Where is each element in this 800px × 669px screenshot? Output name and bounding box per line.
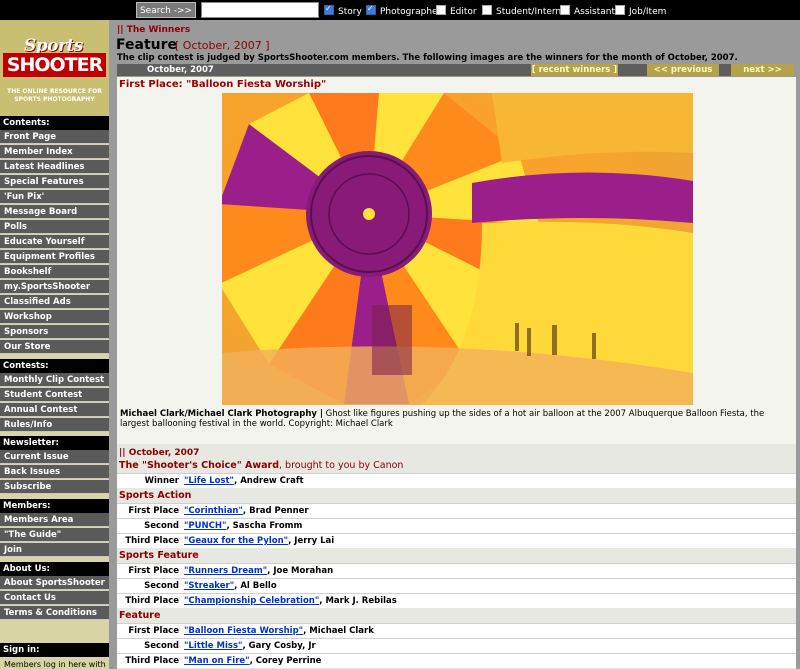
checkbox-icon[interactable]: [482, 5, 492, 15]
table-row: Third Place "Championship Celebration", …: [117, 593, 796, 608]
next-link[interactable]: next >>: [731, 64, 794, 76]
category-heading: Feature: [119, 610, 161, 621]
filter-story[interactable]: Story: [324, 4, 362, 17]
hot-air-balloon-image: [222, 93, 693, 405]
logo-tagline: SPORTS PHOTOGRAPHY: [14, 96, 95, 103]
filter-job-item[interactable]: Job/Item: [615, 5, 666, 17]
contest-description: The clip contest is judged by SportsShoo…: [117, 53, 738, 63]
nav-subscribe[interactable]: Subscribe: [0, 480, 109, 494]
members-header: Members:: [0, 499, 109, 513]
nav-members-area[interactable]: Members Area: [0, 513, 109, 527]
nav-join[interactable]: Join: [0, 543, 109, 557]
nav-latest-headlines[interactable]: Latest Headlines: [0, 160, 109, 174]
shooters-choice-heading: The "Shooter's Choice" Award, brought to…: [119, 460, 404, 471]
nav-member-index[interactable]: Member Index: [0, 145, 109, 159]
entry-link[interactable]: "Runners Dream": [184, 566, 267, 576]
page-date: [ October, 2007 ]: [175, 39, 270, 52]
filter-student-intern[interactable]: Student/Intern: [482, 5, 561, 17]
winning-photo[interactable]: [222, 93, 693, 405]
nav-special-features[interactable]: Special Features: [0, 175, 109, 189]
nav-equipment-profiles[interactable]: Equipment Profiles: [0, 250, 109, 264]
entry-link[interactable]: "Balloon Fiesta Worship": [184, 626, 303, 636]
about-header: About Us:: [0, 562, 109, 576]
nav-polls[interactable]: Polls: [0, 220, 109, 234]
nav-workshop[interactable]: Workshop: [0, 310, 109, 324]
sidebar: Sports SHOOTER THE ONLINE RESOURCE FOR S…: [0, 20, 109, 669]
nav-fun-pix[interactable]: 'Fun Pix': [0, 190, 109, 204]
first-place-heading: First Place: "Balloon Fiesta Worship": [119, 79, 327, 90]
search-input[interactable]: [201, 2, 319, 18]
filter-photographer[interactable]: Photographer: [366, 4, 441, 17]
nav-message-board[interactable]: Message Board: [0, 205, 109, 219]
table-row: Winner "Life Lost", Andrew Craft: [117, 473, 796, 488]
photo-caption: Michael Clark/Michael Clark Photography …: [120, 409, 765, 429]
nav-bookshelf[interactable]: Bookshelf: [0, 265, 109, 279]
signin-text: Members log in here with: [4, 660, 106, 669]
nav-about-sportsshooter[interactable]: About SportsShooter: [0, 576, 109, 590]
sportsshooter-logo[interactable]: Sports SHOOTER THE ONLINE RESOURCE FOR S…: [0, 20, 109, 116]
table-row: Third Place "Man on Fire", Corey Perrine: [117, 653, 796, 668]
checkbox-icon[interactable]: [366, 4, 376, 15]
filter-assistant[interactable]: Assistant: [560, 5, 615, 17]
contests-header: Contests:: [0, 359, 109, 373]
table-row: Second Place "Streaker", Al Bello: [117, 578, 796, 605]
recent-winners-link[interactable]: [ recent winners ]: [531, 64, 618, 76]
table-row: First Place "Balloon Fiesta Worship", Mi…: [117, 623, 796, 638]
nav-current-issue[interactable]: Current Issue: [0, 450, 109, 464]
previous-link[interactable]: << previous: [647, 64, 719, 76]
nav-educate-yourself[interactable]: Educate Yourself: [0, 235, 109, 249]
nav-the-guide[interactable]: "The Guide": [0, 528, 109, 542]
search-button[interactable]: Search ->>: [136, 2, 196, 18]
table-row: Second Place "PUNCH", Sascha Fromm: [117, 518, 796, 545]
entry-link[interactable]: "Championship Celebration": [184, 596, 319, 606]
checkbox-icon[interactable]: [615, 5, 625, 15]
entry-link[interactable]: "Life Lost": [184, 476, 234, 486]
entry-link[interactable]: "PUNCH": [184, 521, 226, 531]
nav-front-page[interactable]: Front Page: [0, 130, 109, 144]
nav-our-store[interactable]: Our Store: [0, 340, 109, 354]
winner-panel: First Place: "Balloon Fiesta Worship" Mi…: [117, 77, 796, 451]
nav-classified-ads[interactable]: Classified Ads: [0, 295, 109, 309]
nav-monthly-clip-contest[interactable]: Monthly Clip Contest: [0, 373, 109, 387]
entry-link[interactable]: "Corinthian": [184, 506, 243, 516]
entry-link[interactable]: "Little Miss": [184, 641, 242, 651]
page-title: Feature: [116, 37, 177, 53]
filter-editor[interactable]: Editor: [436, 5, 477, 17]
nav-terms-conditions[interactable]: Terms & Conditions: [0, 606, 109, 620]
top-search-bar: Search ->> Story Photographer Editor Stu…: [0, 0, 800, 20]
nav-back-issues[interactable]: Back Issues: [0, 465, 109, 479]
checkbox-icon[interactable]: [560, 5, 570, 15]
table-row: Third Place "Geaux for the Pylon", Jerry…: [117, 533, 796, 548]
entry-link[interactable]: "Man on Fire": [184, 656, 250, 666]
signin-header: Sign in:: [0, 643, 109, 657]
table-row: Second Place "Little Miss", Gary Cosby, …: [117, 638, 796, 665]
entry-link[interactable]: "Geaux for the Pylon": [184, 536, 288, 546]
nav-student-contest[interactable]: Student Contest: [0, 388, 109, 402]
newsletter-header: Newsletter:: [0, 436, 109, 450]
main-content: || The Winners Feature [ October, 2007 ]…: [109, 20, 800, 669]
nav-my-sportsshooter[interactable]: my.SportsShooter: [0, 280, 109, 294]
checkbox-icon[interactable]: [436, 5, 446, 15]
nav-contact-us[interactable]: Contact Us: [0, 591, 109, 605]
category-heading: Sports Action: [119, 490, 192, 501]
category-heading: Sports Feature: [119, 550, 199, 561]
month-nav-bar: October, 2007 [ recent winners ] << prev…: [117, 64, 794, 76]
table-row: First Place "Corinthian", Brad Penner: [117, 503, 796, 518]
table-row: First Place "Runners Dream", Joe Morahan: [117, 563, 796, 578]
results-breadcrumb: || October, 2007: [119, 448, 200, 458]
nav-annual-contest[interactable]: Annual Contest: [0, 403, 109, 417]
logo-shooter: SHOOTER: [3, 53, 106, 77]
nav-rules-info[interactable]: Rules/Info: [0, 418, 109, 432]
entry-link[interactable]: "Streaker": [184, 581, 234, 591]
checkbox-icon[interactable]: [324, 4, 334, 15]
contest-results: || October, 2007 The "Shooter's Choice" …: [117, 444, 796, 669]
month-label: October, 2007: [147, 65, 214, 75]
nav-sponsors[interactable]: Sponsors: [0, 325, 109, 339]
logo-tagline: THE ONLINE RESOURCE FOR: [7, 88, 102, 95]
breadcrumb: || The Winners: [117, 25, 191, 35]
contents-header: Contents:: [0, 116, 109, 130]
